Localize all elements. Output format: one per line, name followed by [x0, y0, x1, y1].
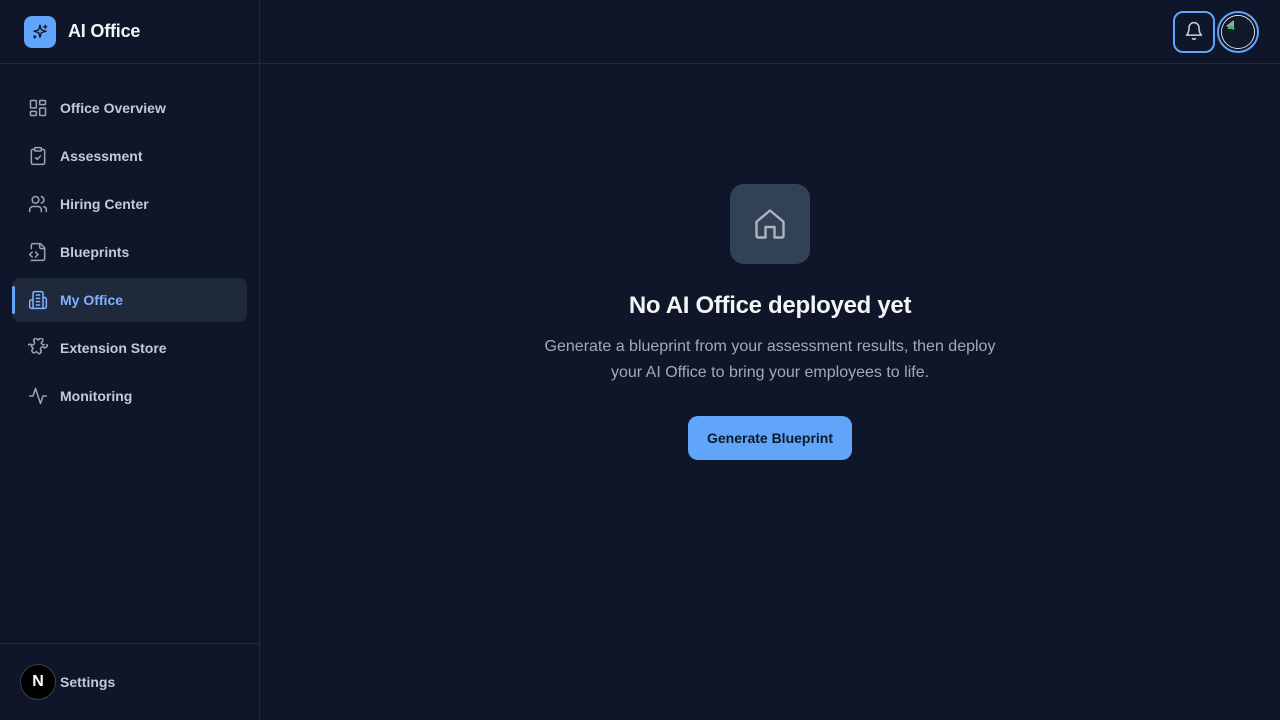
- sidebar-item-monitoring[interactable]: Monitoring: [12, 374, 247, 418]
- home-icon: [730, 184, 810, 264]
- topbar: [260, 0, 1280, 64]
- file-code-icon: [28, 242, 48, 262]
- sidebar: AI Office Office Overview Assessment Hir…: [0, 0, 260, 720]
- building-icon: [28, 290, 48, 310]
- sidebar-item-assessment[interactable]: Assessment: [12, 134, 247, 178]
- layout-grid-icon: [28, 98, 48, 118]
- empty-state-description: Generate a blueprint from your assessmen…: [544, 338, 996, 381]
- brand[interactable]: AI Office: [0, 0, 259, 64]
- users-icon: [28, 194, 48, 214]
- sidebar-item-label: Assessment: [60, 148, 143, 164]
- empty-state: No AI Office deployed yet Generate a blu…: [260, 64, 1280, 720]
- puzzle-icon: [28, 338, 48, 358]
- sidebar-item-label: Monitoring: [60, 388, 133, 404]
- user-avatar: [1221, 15, 1255, 49]
- sidebar-item-label: My Office: [60, 292, 124, 308]
- empty-state-title: No AI Office deployed yet: [628, 292, 912, 319]
- sidebar-footer: N Settings: [0, 643, 259, 720]
- sidebar-item-hiring-center[interactable]: Hiring Center: [12, 182, 247, 226]
- generate-blueprint-button[interactable]: Generate Blueprint: [688, 416, 852, 460]
- app-shell: AI Office Office Overview Assessment Hir…: [0, 0, 1280, 720]
- user-avatar[interactable]: N: [20, 664, 56, 700]
- user-menu-button[interactable]: [1217, 11, 1259, 53]
- clipboard-check-icon: [28, 146, 48, 166]
- sidebar-item-extension-store[interactable]: Extension Store: [12, 326, 247, 370]
- sidebar-item-label: Office Overview: [60, 100, 166, 116]
- sidebar-item-my-office[interactable]: My Office: [12, 278, 247, 322]
- brand-name: AI Office: [68, 21, 141, 41]
- sparkles-icon: [24, 15, 56, 48]
- sidebar-nav: Office Overview Assessment Hiring Center…: [0, 64, 259, 418]
- sidebar-item-blueprints[interactable]: Blueprints: [12, 230, 247, 274]
- sidebar-item-label: Blueprints: [60, 244, 130, 260]
- settings-link[interactable]: Settings: [60, 674, 115, 690]
- sidebar-item-label: Extension Store: [60, 340, 167, 356]
- sidebar-item-office-overview[interactable]: Office Overview: [12, 86, 247, 130]
- sidebar-item-label: Hiring Center: [60, 196, 149, 212]
- bell-icon: [1184, 21, 1204, 44]
- notifications-button[interactable]: [1173, 11, 1215, 53]
- activity-icon: [28, 386, 48, 406]
